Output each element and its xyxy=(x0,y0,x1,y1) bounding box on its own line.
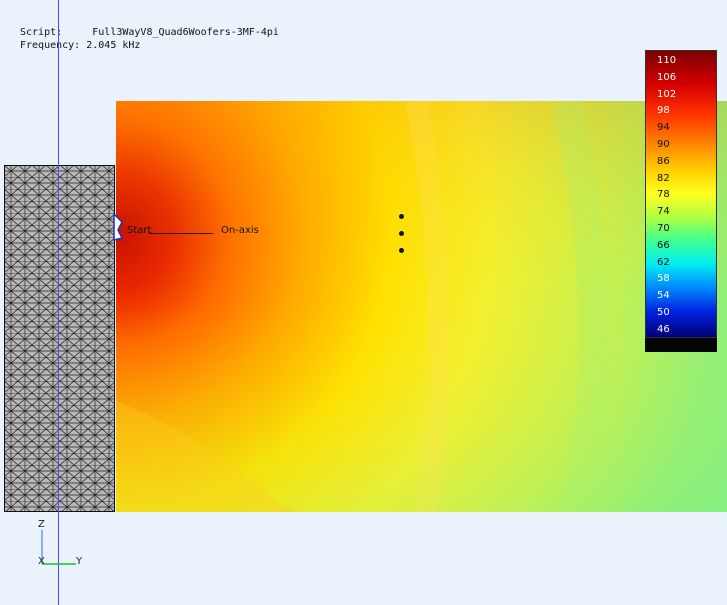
color-scale-label: 46 xyxy=(657,323,670,335)
color-scale-footer xyxy=(645,338,717,352)
color-scale-label: 62 xyxy=(657,256,670,268)
color-scale-legend: 110 106 102 98 94 90 86 82 78 74 70 66 62 58 54 50 46 xyxy=(645,50,717,352)
measurement-point[interactable] xyxy=(399,231,404,236)
script-label: Script: xyxy=(20,27,63,38)
color-scale-label: 82 xyxy=(657,172,670,184)
color-scale-label: 58 xyxy=(657,273,670,285)
script-name: Full3WayV8_Quad6Woofers-3MF-4pi xyxy=(92,27,279,38)
color-scale-label: 86 xyxy=(657,155,670,167)
on-axis-label: On-axis xyxy=(221,225,259,236)
color-scale-label: 110 xyxy=(657,55,677,66)
speaker-cabinet-mesh xyxy=(4,165,115,512)
color-scale-label: 74 xyxy=(657,206,670,218)
color-scale-label: 106 xyxy=(657,71,677,83)
color-scale-label: 50 xyxy=(657,307,670,318)
color-scale-label: 98 xyxy=(657,105,670,117)
color-scale-label: 54 xyxy=(657,290,670,302)
color-scale-label: 90 xyxy=(657,139,670,150)
color-scale-label: 102 xyxy=(657,88,677,100)
color-scale-bar xyxy=(645,50,717,338)
frequency-value: 2.045 kHz xyxy=(86,40,141,51)
sound-field-plot[interactable] xyxy=(116,101,727,512)
color-scale-label: 70 xyxy=(657,223,670,234)
measurement-point[interactable] xyxy=(399,214,404,219)
color-scale-label: 66 xyxy=(657,239,670,251)
start-marker-label: Start xyxy=(127,225,152,236)
driver-marker-icon xyxy=(113,212,124,241)
axis-y-label: Y xyxy=(76,556,83,567)
cursor-line xyxy=(58,0,59,605)
frequency-label: Frequency: xyxy=(20,40,81,51)
color-scale-label: 78 xyxy=(657,189,670,201)
on-axis-leader-line xyxy=(148,233,213,234)
measurement-point[interactable] xyxy=(399,248,404,253)
axis-z-label: Z xyxy=(38,519,45,530)
color-scale-label: 94 xyxy=(657,122,670,134)
axis-x-label: X xyxy=(38,556,45,567)
frequency-line: Frequency: 2.045 kHz xyxy=(20,40,140,51)
